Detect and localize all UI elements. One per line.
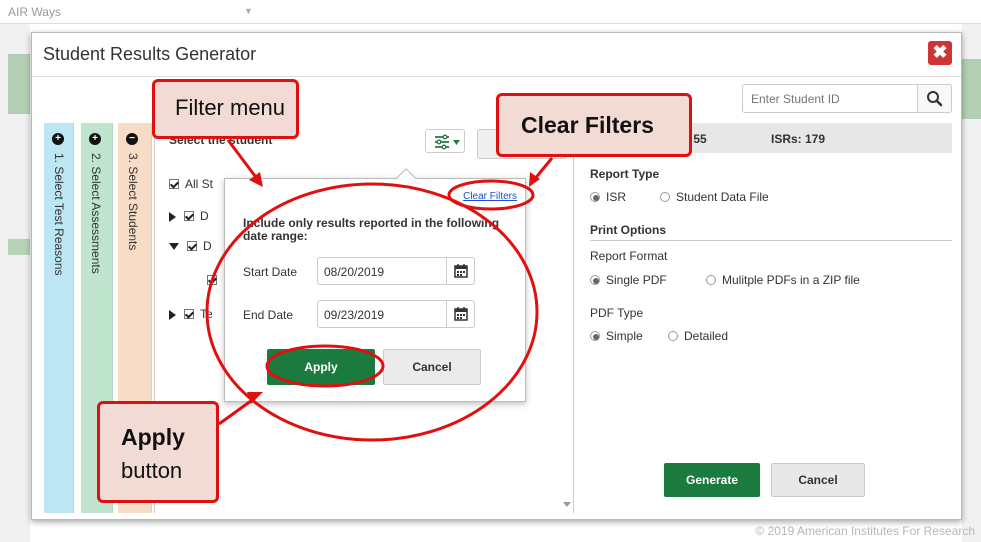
radio-label: Detailed [684, 329, 729, 343]
calendar-icon [454, 264, 468, 278]
modal-title: Student Results Generator [43, 44, 257, 64]
end-date-input[interactable]: 09/23/2019 [317, 300, 447, 328]
callout-text: Apply [121, 424, 185, 450]
clear-filters-callout: Clear Filters [496, 93, 692, 157]
student-search-button[interactable] [918, 84, 952, 113]
radio-single-pdf[interactable]: Single PDF [590, 273, 667, 287]
expand-icon: + [89, 133, 101, 145]
divider [590, 240, 952, 241]
background-strip [8, 54, 30, 114]
radio-button[interactable] [590, 191, 600, 202]
radio-button[interactable] [660, 191, 670, 202]
end-date-calendar-button[interactable] [447, 300, 475, 328]
filter-icon [435, 134, 460, 150]
print-options-panel: dents: 55 ISRs: 179 Report Type ISR Stud… [584, 123, 954, 513]
radio-button[interactable] [590, 274, 600, 285]
radio-label: Simple [606, 329, 643, 343]
apply-button[interactable]: Apply [267, 349, 375, 385]
list-item[interactable]: D [169, 239, 212, 253]
step-label: 2. Select Assessments [89, 153, 103, 274]
radio-button[interactable] [706, 274, 716, 285]
clear-filters-link[interactable]: Clear Filters [463, 191, 517, 202]
background-left-panel [0, 24, 30, 542]
end-date-label: End Date [243, 308, 294, 322]
radio-multiple-pdfs[interactable]: Mulitple PDFs in a ZIP file [706, 273, 860, 287]
copyright-text: © 2019 American Institutes For Research [755, 524, 975, 538]
callout-text: Filter menu [175, 95, 286, 120]
search-icon [927, 91, 943, 107]
radio-label: Single PDF [606, 273, 667, 287]
radio-label: Student Data File [676, 190, 769, 204]
checkbox[interactable] [207, 274, 217, 285]
report-type-heading: Report Type [590, 167, 660, 181]
generate-button[interactable]: Generate [664, 463, 760, 497]
screenshot-root: AIR Ways ▼ © 2019 American Institutes Fo… [0, 0, 981, 542]
checkbox[interactable] [169, 178, 179, 189]
all-students-row[interactable]: All St [169, 177, 213, 191]
close-icon: ✖ [932, 42, 948, 62]
date-range-description: Include only results reported in the fol… [243, 216, 500, 243]
report-format-label: Report Format [590, 249, 668, 263]
expand-icon: + [52, 133, 64, 145]
start-date-label: Start Date [243, 265, 298, 279]
row-label: Te [200, 307, 213, 321]
popup-cancel-button[interactable]: Cancel [383, 349, 481, 385]
checkbox[interactable] [184, 308, 194, 319]
list-item[interactable]: D [169, 209, 209, 223]
filter-menu-button[interactable] [425, 129, 465, 153]
list-item[interactable] [207, 273, 223, 287]
radio-button[interactable] [668, 330, 678, 341]
start-date-calendar-button[interactable] [447, 257, 475, 285]
student-id-input[interactable] [742, 84, 918, 113]
filter-menu-callout: Filter menu [152, 79, 299, 139]
scrollbar[interactable] [561, 383, 573, 513]
close-button[interactable]: ✖ [928, 41, 952, 65]
isrs-count: ISRs: 179 [771, 132, 826, 146]
background-right-panel [962, 24, 981, 542]
step-label: 3. Select Students [126, 153, 140, 251]
background-strip [962, 59, 981, 119]
calendar-icon [454, 307, 468, 321]
expand-arrow-icon[interactable] [169, 211, 176, 222]
radio-simple[interactable]: Simple [590, 329, 643, 343]
step-label: 1. Select Test Reasons [52, 153, 66, 276]
list-item[interactable]: Te [169, 307, 213, 321]
background-topbar: AIR Ways ▼ [0, 0, 981, 24]
radio-button[interactable] [590, 330, 600, 341]
start-date-input[interactable]: 08/20/2019 [317, 257, 447, 285]
radio-isr[interactable]: ISR [590, 190, 626, 204]
app-name: AIR Ways [8, 5, 61, 19]
radio-student-data-file[interactable]: Student Data File [660, 190, 769, 204]
callout-text: button [121, 458, 183, 483]
cancel-button[interactable]: Cancel [771, 463, 865, 497]
row-label: D [203, 239, 212, 253]
background-block [8, 239, 30, 255]
apply-button-callout: Apply button [97, 401, 219, 503]
radio-detailed[interactable]: Detailed [668, 329, 728, 343]
row-label: All St [185, 177, 214, 191]
row-label: D [200, 209, 209, 223]
scroll-down-icon[interactable] [563, 502, 571, 507]
step-select-test-reasons[interactable]: + 1. Select Test Reasons [44, 123, 74, 513]
collapse-arrow-icon[interactable] [169, 243, 179, 251]
radio-label: Mulitple PDFs in a ZIP file [722, 273, 860, 287]
radio-label: ISR [606, 190, 627, 204]
checkbox[interactable] [184, 210, 194, 221]
filter-menu-popup: Clear Filters Include only results repor… [224, 168, 526, 402]
expand-arrow-icon[interactable] [169, 309, 176, 320]
chevron-down-icon[interactable]: ▼ [244, 6, 253, 16]
collapse-icon: − [126, 133, 138, 145]
pdf-type-label: PDF Type [590, 306, 644, 320]
checkbox[interactable] [187, 240, 197, 251]
print-options-heading: Print Options [590, 223, 666, 237]
modal-header: Student Results Generator ✖ [32, 33, 961, 77]
callout-text: Clear Filters [521, 112, 654, 138]
